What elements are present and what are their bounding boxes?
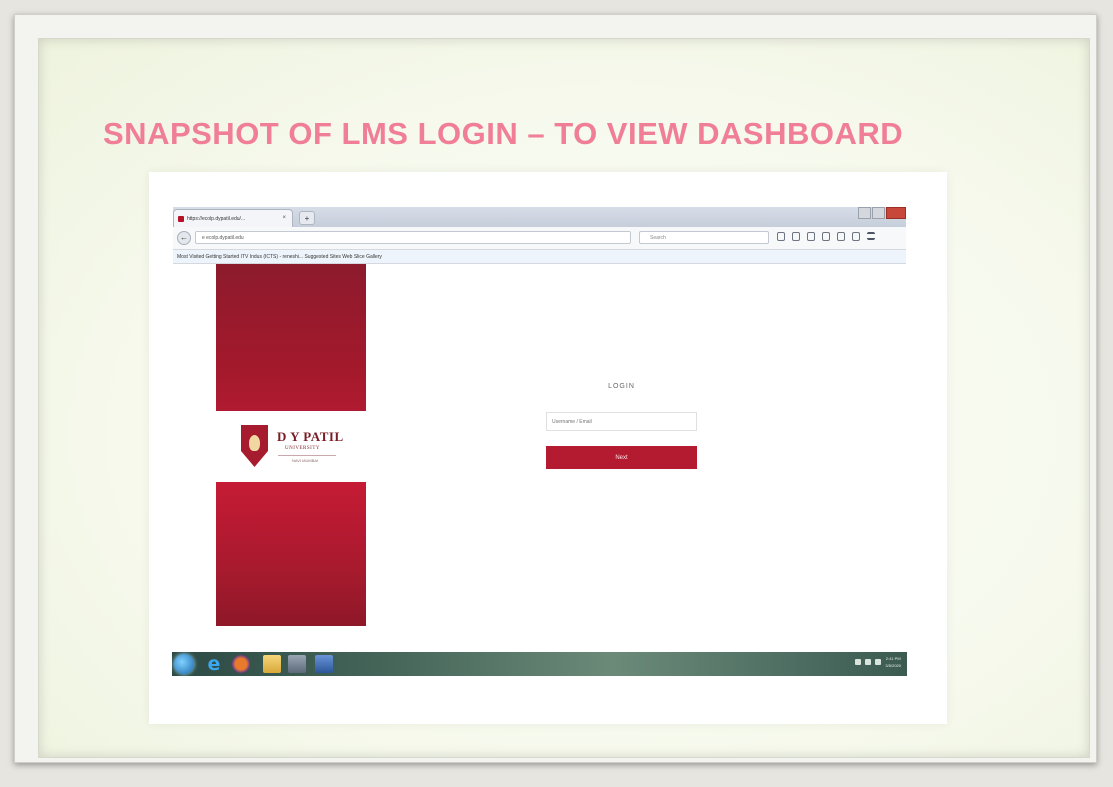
minimize-icon[interactable] <box>858 207 871 219</box>
media-player-icon[interactable] <box>288 655 306 673</box>
home-icon[interactable] <box>837 232 845 241</box>
close-window-icon[interactable] <box>886 207 906 219</box>
extensions-icon[interactable] <box>852 232 860 241</box>
maximize-icon[interactable] <box>872 207 885 219</box>
login-heading: LOGIN <box>608 383 635 390</box>
university-subtitle: UNIVERSITY <box>285 446 320 451</box>
university-location: NAVI MUMBAI <box>292 458 319 463</box>
internet-explorer-icon[interactable]: e <box>205 655 223 674</box>
download-icon[interactable] <box>822 232 830 241</box>
left-banner-top <box>216 264 366 411</box>
favicon-icon <box>178 215 184 222</box>
clock-time: 2:41 PM <box>885 656 901 661</box>
bookmark-star-icon[interactable] <box>777 232 785 241</box>
university-name: D Y PATIL <box>277 429 344 444</box>
login-submit-button[interactable]: Next <box>546 446 697 469</box>
bookmarks-bar[interactable]: Most Visited Getting Started ITV Indus (… <box>173 250 906 264</box>
volume-icon[interactable] <box>875 659 882 665</box>
hamburger-menu-icon[interactable] <box>867 232 875 240</box>
file-explorer-icon[interactable] <box>263 655 281 673</box>
close-tab-icon[interactable]: × <box>282 215 286 221</box>
back-button[interactable]: ← <box>177 231 191 245</box>
pocket-icon[interactable] <box>807 232 815 241</box>
tab-title: https://ecolp.dypatil.edu/... <box>187 215 246 222</box>
tray-clock[interactable]: 2:41 PM 3/5/2020 <box>885 655 901 669</box>
slide-title: SNAPSHOT OF LMS LOGIN – TO VIEW DASHBOAR… <box>103 116 904 151</box>
network-icon[interactable] <box>865 659 872 665</box>
firefox-icon[interactable] <box>232 655 250 673</box>
start-button[interactable] <box>174 654 194 674</box>
word-icon[interactable] <box>315 655 333 673</box>
tray-arrow-icon[interactable] <box>855 659 862 665</box>
windows-taskbar: e 2:41 PM 3/5/2020 <box>172 652 907 676</box>
browser-toolbar-icons <box>777 232 882 241</box>
address-bar[interactable]: e ecolp.dypatil.edu <box>195 231 631 244</box>
clock-date: 3/5/2020 <box>885 663 901 668</box>
new-tab-button[interactable]: + <box>299 211 315 225</box>
reading-list-icon[interactable] <box>792 232 800 241</box>
browser-tab[interactable]: https://ecolp.dypatil.edu/... × <box>173 209 293 227</box>
browser-search-box[interactable]: Search <box>639 231 769 244</box>
logo-divider <box>278 455 336 456</box>
browser-tab-bar: https://ecolp.dypatil.edu/... × + <box>173 207 906 227</box>
window-controls <box>857 207 906 219</box>
username-input[interactable] <box>546 412 697 431</box>
left-banner-bottom <box>216 482 366 626</box>
system-tray: 2:41 PM 3/5/2020 <box>855 655 901 669</box>
browser-nav-bar: ← e ecolp.dypatil.edu Search <box>173 227 906 250</box>
